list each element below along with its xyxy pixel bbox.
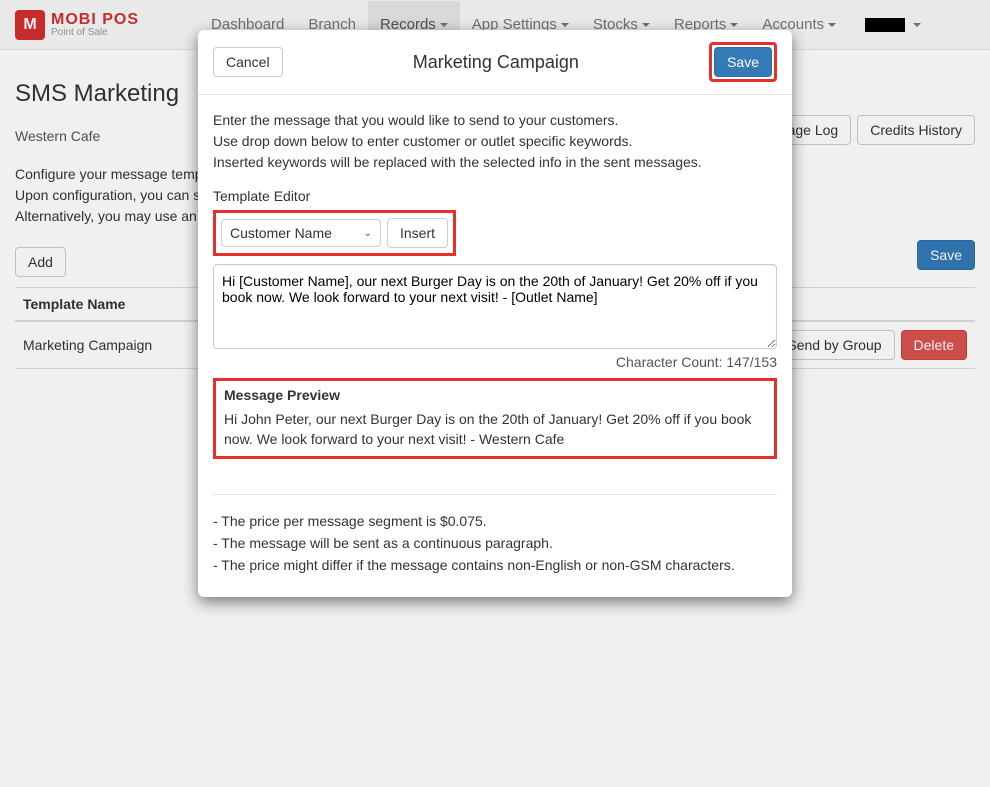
message-preview: Message Preview Hi John Peter, our next …: [213, 378, 777, 459]
preview-label: Message Preview: [224, 387, 766, 403]
insert-button[interactable]: Insert: [387, 218, 448, 248]
instruction-line: Use drop down below to enter customer or…: [213, 131, 777, 152]
dropdown-value: Customer Name: [230, 225, 332, 241]
modal-save-button[interactable]: Save: [714, 47, 772, 77]
modal-title: Marketing Campaign: [283, 52, 709, 73]
instruction-line: Enter the message that you would like to…: [213, 110, 777, 131]
modal-body: Enter the message that you would like to…: [198, 95, 792, 597]
editor-controls: Customer Name ⌄ Insert: [213, 210, 456, 256]
keyword-dropdown[interactable]: Customer Name ⌄: [221, 219, 381, 247]
template-editor-label: Template Editor: [213, 188, 777, 204]
pricing-notes: - The price per message segment is $0.07…: [213, 494, 777, 577]
cancel-button[interactable]: Cancel: [213, 47, 283, 77]
preview-text: Hi John Peter, our next Burger Day is on…: [224, 409, 766, 450]
note-line: - The message will be sent as a continuo…: [213, 532, 777, 554]
note-line: - The price per message segment is $0.07…: [213, 510, 777, 532]
modal-instructions: Enter the message that you would like to…: [213, 110, 777, 173]
template-textarea[interactable]: [213, 264, 777, 349]
modal-header: Cancel Marketing Campaign Save: [198, 30, 792, 95]
chevron-down-icon: ⌄: [364, 228, 372, 239]
character-count: Character Count: 147/153: [213, 354, 777, 370]
modal-marketing-campaign: Cancel Marketing Campaign Save Enter the…: [198, 30, 792, 597]
save-highlight: Save: [709, 42, 777, 82]
note-line: - The price might differ if the message …: [213, 554, 777, 576]
instruction-line: Inserted keywords will be replaced with …: [213, 152, 777, 173]
